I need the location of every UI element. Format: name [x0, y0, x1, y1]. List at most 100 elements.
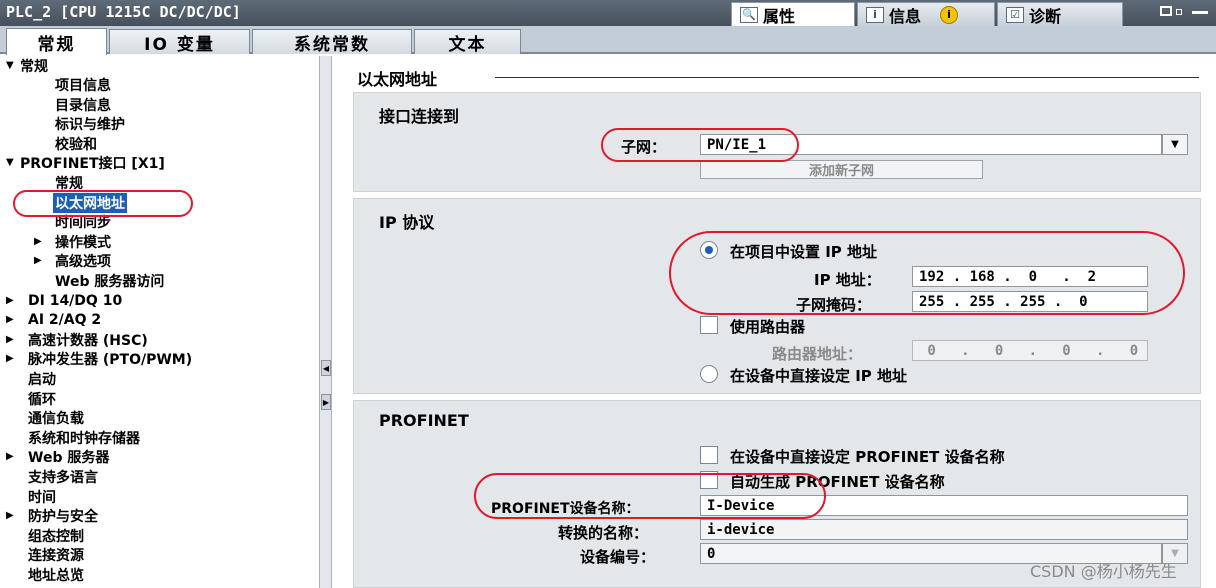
nav-item-time[interactable]: 时间 — [28, 487, 56, 506]
expand-arrow-icon[interactable]: ▼ — [6, 157, 20, 168]
radio-set-ip-on-device[interactable] — [700, 365, 718, 383]
nav-item-hsc[interactable]: ▶ 高速计数器 (HSC) — [6, 330, 148, 349]
add-subnet-button[interactable]: 添加新子网 — [700, 160, 983, 179]
nav-item-catalog-info[interactable]: 目录信息 — [55, 95, 111, 114]
ip-title: IP 协议 — [379, 213, 435, 232]
nav-item-ai-aq[interactable]: ▶ AI 2/AQ 2 — [6, 310, 101, 329]
nav-label: 校验和 — [55, 136, 97, 153]
expand-arrow-icon[interactable]: ▶ — [6, 334, 28, 345]
nav-splitter[interactable]: ◀ ▶ — [319, 56, 332, 588]
interface-title: 接口连接到 — [379, 107, 460, 126]
converted-name-field: i-device — [700, 519, 1188, 540]
annotation-oval — [474, 473, 826, 519]
label-set-ip-on-device: 在设备中直接设定 IP 地址 — [730, 367, 908, 385]
nav-item-startup[interactable]: 启动 — [28, 369, 56, 388]
device-number-label: 设备编号： — [580, 548, 656, 566]
nav-item-multilanguage[interactable]: 支持多语言 — [28, 467, 98, 486]
nav-label: AI 2/AQ 2 — [28, 311, 102, 328]
nav-item-comm-load[interactable]: 通信负载 — [28, 408, 84, 427]
nav-label: 防护与安全 — [28, 508, 98, 525]
tab-info-label: 信息 — [889, 6, 922, 26]
expand-arrow-icon[interactable]: ▶ — [6, 451, 28, 462]
interface-panel: 接口连接到 子网： PN/IE_1 ▼ 添加新子网 — [353, 92, 1201, 192]
nav-item-pto-pwm[interactable]: ▶ 脉冲发生器 (PTO/PWM) — [6, 349, 192, 368]
nav-label: 通信负载 — [28, 410, 84, 427]
info-badge-icon: i — [940, 5, 959, 24]
nav-label: 支持多语言 — [28, 469, 98, 486]
diagnostics-icon: ☑ — [1006, 6, 1024, 23]
nav-label: 循环 — [28, 391, 56, 408]
label-use-router: 使用路由器 — [730, 318, 806, 336]
nav-label: 操作模式 — [55, 234, 111, 251]
tab-texts[interactable]: 文本 — [414, 29, 521, 55]
tab-io-tags[interactable]: IO 变量 — [109, 29, 250, 55]
nav-item-checksum[interactable]: 校验和 — [55, 134, 97, 153]
checkbox-set-name-on-device[interactable] — [700, 446, 718, 464]
expand-arrow-icon[interactable]: ▶ — [34, 255, 55, 266]
properties-content: 以太网地址 接口连接到 子网： PN/IE_1 ▼ 添加新子网 IP 协议 在项… — [335, 56, 1216, 588]
nav-label: 时间 — [28, 489, 56, 506]
label-set-name-on-device: 在设备中直接设定 PROFINET 设备名称 — [730, 448, 1005, 466]
nav-label: 高速计数器 (HSC) — [28, 332, 148, 349]
nav-item-operating-mode[interactable]: ▶ 操作模式 — [34, 232, 111, 251]
nav-label: 启动 — [28, 371, 56, 388]
nav-item-advanced-options[interactable]: ▶ 高级选项 — [34, 251, 111, 270]
minimize-icon[interactable] — [1192, 11, 1208, 14]
nav-label: 项目信息 — [55, 77, 111, 94]
collapse-left-icon[interactable]: ◀ — [321, 360, 331, 376]
nav-label: 系统和时钟存储器 — [28, 430, 140, 447]
nav-item-web-server[interactable]: ▶ Web 服务器 — [6, 447, 109, 466]
properties-icon: 🔍 — [740, 6, 758, 23]
nav-item-cycle[interactable]: 循环 — [28, 389, 56, 408]
tab-properties[interactable]: 🔍 属性 — [731, 2, 855, 26]
nav-label: 标识与维护 — [55, 116, 125, 133]
expand-arrow-icon[interactable]: ▶ — [6, 314, 28, 325]
nav-label: DI 14/DQ 10 — [28, 292, 123, 309]
nav-item-address-overview[interactable]: 地址总览 — [28, 565, 84, 584]
tab-properties-label: 属性 — [763, 6, 796, 26]
info-icon: i — [866, 6, 884, 23]
nav-item-config-control[interactable]: 组态控制 — [28, 526, 84, 545]
tab-system-constants[interactable]: 系统常数 — [252, 29, 412, 55]
nav-label: 连接资源 — [28, 547, 84, 564]
expand-right-icon[interactable]: ▶ — [321, 394, 331, 410]
section-divider — [495, 77, 1199, 78]
nav-item-clock-memory[interactable]: 系统和时钟存储器 — [28, 428, 140, 447]
router-address-label: 路由器地址： — [772, 345, 863, 363]
tab-diagnostics-label: 诊断 — [1029, 6, 1062, 26]
ip-panel: IP 协议 在项目中设置 IP 地址 IP 地址： 192 . 168 . 0 … — [353, 198, 1201, 394]
nav-item-di-dq[interactable]: ▶ DI 14/DQ 10 — [6, 291, 122, 310]
expand-arrow-icon[interactable]: ▼ — [6, 60, 20, 71]
nav-label: 常规 — [20, 58, 48, 75]
nav-label: 脉冲发生器 (PTO/PWM) — [28, 351, 193, 368]
nav-item-project-info[interactable]: 项目信息 — [55, 75, 111, 94]
watermark: CSDN @杨小杨先生 — [1030, 562, 1177, 581]
nav-label: Web 服务器 — [28, 449, 110, 466]
nav-item-protection[interactable]: ▶ 防护与安全 — [6, 506, 98, 525]
nav-label: 高级选项 — [55, 253, 111, 270]
restore-icon[interactable] — [1160, 6, 1172, 16]
checkbox-use-router[interactable] — [700, 316, 718, 334]
nav-label: 组态控制 — [28, 528, 84, 545]
tab-diagnostics[interactable]: ☑ 诊断 — [997, 2, 1123, 26]
nav-item-general[interactable]: ▼ 常规 — [6, 56, 48, 75]
tab-info[interactable]: i 信息 i — [857, 2, 995, 26]
expand-arrow-icon[interactable]: ▶ — [6, 353, 28, 364]
title-bar: PLC_2 [CPU 1215C DC/DC/DC] 🔍 属性 i 信息 i ☑… — [0, 0, 1216, 26]
nav-item-web-server-access[interactable]: Web 服务器访问 — [55, 271, 164, 290]
router-address-field[interactable]: 0 . 0 . 0 . 0 — [912, 340, 1148, 361]
expand-arrow-icon[interactable]: ▶ — [6, 510, 28, 521]
nav-label: PROFINET接口 [X1] — [20, 155, 165, 172]
nav-label: Web 服务器访问 — [55, 273, 165, 290]
expand-arrow-icon[interactable]: ▶ — [34, 236, 55, 247]
tab-general[interactable]: 常规 — [6, 28, 107, 55]
nav-item-connection-resources[interactable]: 连接资源 — [28, 545, 84, 564]
nav-item-profinet-interface[interactable]: ▼ PROFINET接口 [X1] — [6, 153, 165, 172]
nav-item-identification[interactable]: 标识与维护 — [55, 114, 125, 133]
annotation-oval — [601, 128, 799, 162]
chevron-down-icon[interactable]: ▼ — [1162, 134, 1188, 155]
nav-label: 地址总览 — [28, 567, 84, 584]
window-title: PLC_2 [CPU 1215C DC/DC/DC] — [6, 3, 241, 21]
converted-name-label: 转换的名称： — [558, 524, 649, 542]
expand-arrow-icon[interactable]: ▶ — [6, 295, 28, 306]
